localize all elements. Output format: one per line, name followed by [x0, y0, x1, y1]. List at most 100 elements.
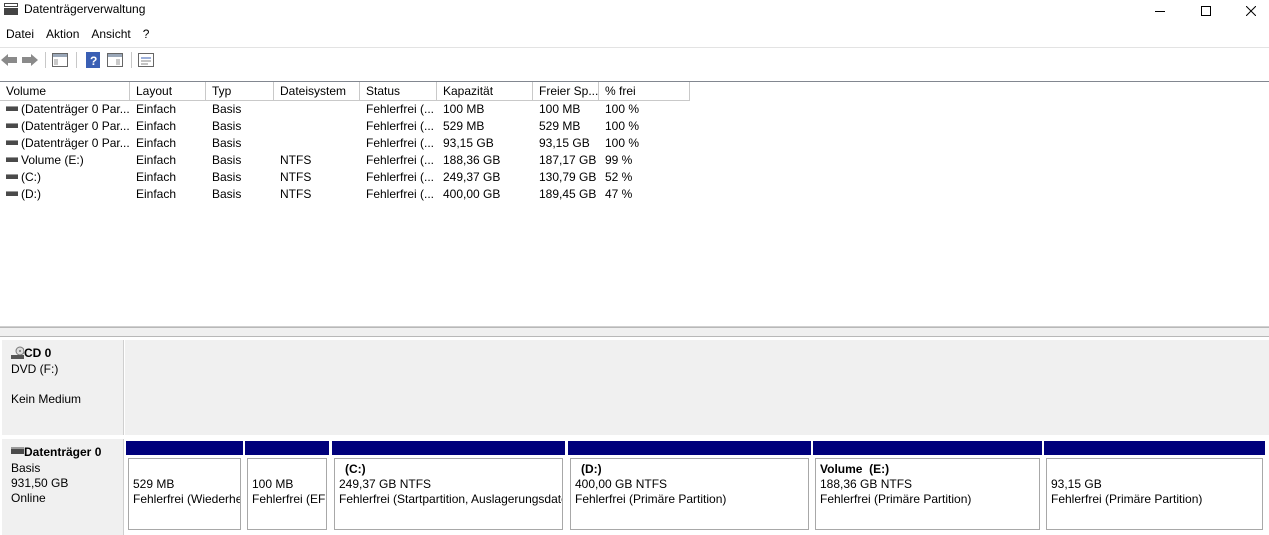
- toolbar-separator: [76, 52, 77, 68]
- column-header-typ[interactable]: Typ: [206, 82, 274, 101]
- column-header-volume[interactable]: Volume: [0, 82, 130, 101]
- cell-freier-speicher: 529 MB: [539, 119, 581, 133]
- partition-recovery[interactable]: 529 MB Fehlerfrei (Wiederherstellungspar…: [126, 441, 243, 532]
- show-hide-action-pane-button[interactable]: [106, 52, 124, 68]
- partition-name: (D:): [581, 462, 602, 476]
- maximize-button[interactable]: [1183, 0, 1229, 22]
- cell-prozent-frei: 100 %: [605, 136, 640, 150]
- cell-volume: (Datenträger 0 Par...: [0, 101, 130, 118]
- table-row[interactable]: (C:) Einfach Basis NTFS Fehlerfrei (... …: [0, 169, 1269, 186]
- cell-kapazitaet: 93,15 GB: [443, 136, 494, 150]
- cell-status: Fehlerfrei (...: [366, 136, 435, 150]
- drive-icon: [6, 157, 18, 162]
- cd-drive-status: Kein Medium: [11, 392, 82, 406]
- cell-volume: Volume (E:): [0, 152, 130, 169]
- help-button[interactable]: ?: [84, 52, 102, 68]
- cell-dateisystem: NTFS: [280, 187, 312, 201]
- properties-icon: [138, 53, 154, 67]
- properties-button[interactable]: [137, 52, 155, 68]
- toolbar-separator: [131, 52, 132, 68]
- close-icon: [1246, 6, 1256, 16]
- partition-status: Fehlerfrei (Primäre Partition): [820, 492, 972, 506]
- cell-layout: Einfach: [136, 119, 177, 133]
- close-button[interactable]: [1228, 0, 1269, 22]
- cell-layout: Einfach: [136, 170, 177, 184]
- partition-bar: [126, 441, 243, 455]
- cell-typ: Basis: [212, 153, 242, 167]
- table-row[interactable]: (Datenträger 0 Par... Einfach Basis Fehl…: [0, 101, 1269, 118]
- cd-drive-label[interactable]: CD 0 DVD (F:) Kein Medium: [2, 340, 124, 435]
- pane-splitter[interactable]: [0, 327, 1269, 337]
- partition-efi[interactable]: 100 MB Fehlerfrei (EFI-Systempartition): [245, 441, 329, 532]
- cell-prozent-frei: 47 %: [605, 187, 633, 201]
- cell-freier-speicher: 189,45 GB: [539, 187, 597, 201]
- toolbar-separator: [45, 52, 46, 68]
- cell-typ: Basis: [212, 119, 242, 133]
- cell-layout: Einfach: [136, 187, 177, 201]
- menu-bar: Datei Aktion Ansicht ?: [0, 24, 155, 44]
- drive-icon: [6, 123, 18, 128]
- menu-aktion[interactable]: Aktion: [40, 24, 85, 44]
- cell-layout: Einfach: [136, 102, 177, 116]
- partition-status: Fehlerfrei (Startpartition, Auslagerungs…: [339, 492, 562, 506]
- drive-icon: [6, 140, 18, 145]
- cell-freier-speicher: 93,15 GB: [539, 136, 590, 150]
- column-header-prozent-frei[interactable]: % frei: [599, 82, 690, 101]
- menu-help[interactable]: ?: [137, 24, 156, 44]
- drive-icon: [6, 106, 18, 111]
- partition-c[interactable]: (C:) 249,37 GB NTFS Fehlerfrei (Startpar…: [332, 441, 565, 532]
- partition-size: 188,36 GB NTFS: [820, 477, 913, 491]
- volume-list[interactable]: Volume Layout Typ Dateisystem Status Kap…: [0, 81, 1269, 327]
- disk-management-app-icon[interactable]: [4, 3, 18, 15]
- cell-volume: (Datenträger 0 Par...: [0, 135, 130, 152]
- back-button[interactable]: [0, 52, 18, 68]
- disk0-label[interactable]: Datenträger 0 Basis 931,50 GB Online: [2, 439, 124, 535]
- cell-prozent-frei: 99 %: [605, 153, 633, 167]
- menu-ansicht[interactable]: Ansicht: [85, 24, 136, 44]
- column-header-status[interactable]: Status: [360, 82, 437, 101]
- cell-kapazitaet: 249,37 GB: [443, 170, 501, 184]
- partition-e[interactable]: Volume (E:) 188,36 GB NTFS Fehlerfrei (P…: [813, 441, 1042, 532]
- svg-text:?: ?: [90, 54, 97, 68]
- table-row[interactable]: (Datenträger 0 Par... Einfach Basis Fehl…: [0, 135, 1269, 152]
- disk0-type: Basis: [11, 461, 41, 475]
- partition-bar: [1044, 441, 1265, 455]
- cell-prozent-frei: 100 %: [605, 102, 640, 116]
- cell-dateisystem: [274, 135, 360, 152]
- show-hide-console-tree-button[interactable]: [51, 52, 69, 68]
- partition-unlabeled-primary[interactable]: 93,15 GB Fehlerfrei (Primäre Partition): [1044, 441, 1265, 532]
- column-header-dateisystem[interactable]: Dateisystem: [274, 82, 360, 101]
- cd-drive-name: CD 0: [11, 346, 123, 362]
- cell-layout: Einfach: [136, 153, 177, 167]
- table-row[interactable]: (D:) Einfach Basis NTFS Fehlerfrei (... …: [0, 186, 1269, 203]
- cell-typ: Basis: [212, 136, 242, 150]
- partition-d[interactable]: (D:) 400,00 GB NTFS Fehlerfrei (Primäre …: [568, 441, 811, 532]
- table-row[interactable]: (Datenträger 0 Par... Einfach Basis Fehl…: [0, 118, 1269, 135]
- menu-datei[interactable]: Datei: [0, 24, 40, 44]
- console-tree-icon: [52, 53, 68, 67]
- forward-button[interactable]: [21, 52, 39, 68]
- cell-dateisystem: [274, 118, 360, 135]
- drive-icon: [6, 174, 18, 179]
- window-title: Datenträgerverwaltung: [24, 2, 146, 16]
- column-header-kapazitaet[interactable]: Kapazität: [437, 82, 533, 101]
- volume-list-header: Volume Layout Typ Dateisystem Status Kap…: [0, 82, 1269, 101]
- column-header-layout[interactable]: Layout: [130, 82, 206, 101]
- maximize-icon: [1201, 6, 1211, 16]
- cell-kapazitaet: 529 MB: [443, 119, 485, 133]
- partition-bar: [332, 441, 565, 455]
- table-row[interactable]: Volume (E:) Einfach Basis NTFS Fehlerfre…: [0, 152, 1269, 169]
- partition-status: Fehlerfrei (EFI-Systempartition): [252, 492, 326, 506]
- disk0-name: Datenträger 0: [11, 445, 123, 461]
- partition-size: 400,00 GB NTFS: [575, 477, 668, 491]
- cell-freier-speicher: 100 MB: [539, 102, 581, 116]
- drive-icon: [6, 191, 18, 196]
- toolbar: ?: [0, 47, 1269, 72]
- cell-dateisystem: NTFS: [280, 153, 312, 167]
- cell-freier-speicher: 130,79 GB: [539, 170, 597, 184]
- partition-name: (C:): [345, 462, 366, 476]
- column-header-freier-speicher[interactable]: Freier Sp...: [533, 82, 599, 101]
- minimize-button[interactable]: [1137, 0, 1183, 22]
- cell-kapazitaet: 100 MB: [443, 102, 485, 116]
- cd-drive-area[interactable]: [125, 340, 1269, 435]
